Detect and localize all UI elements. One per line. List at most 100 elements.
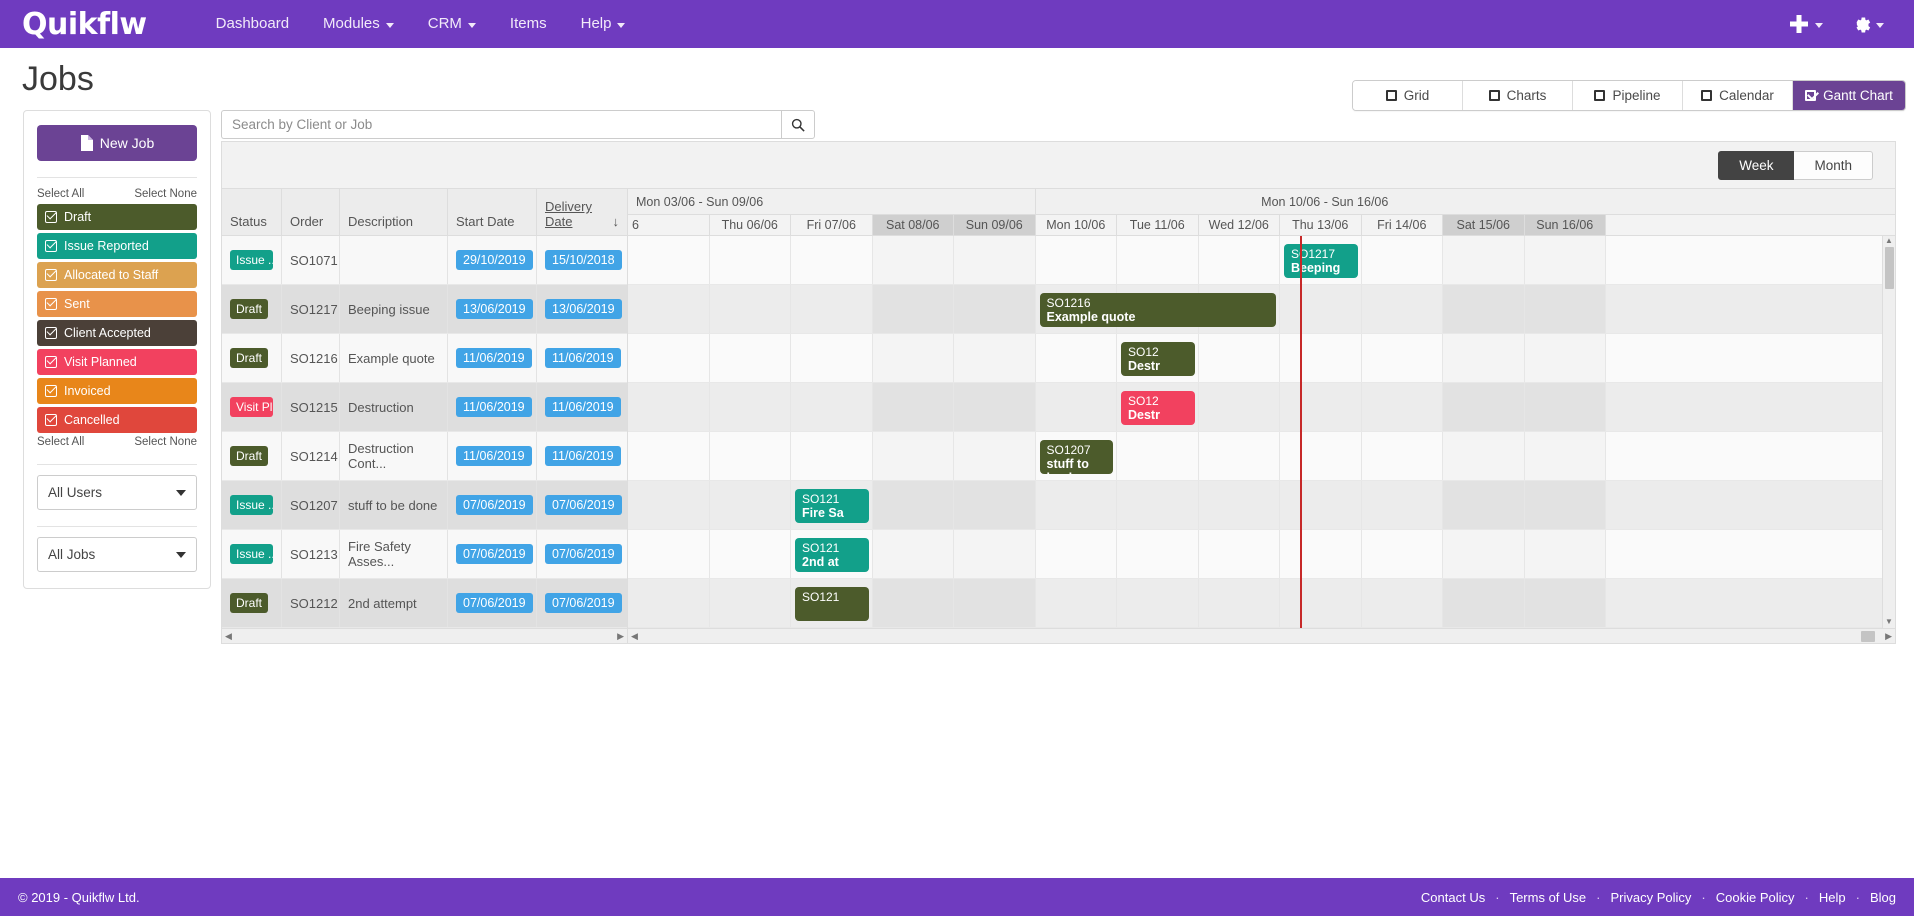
date-badge: 07/06/2019 xyxy=(545,544,622,564)
status-badge: Issue ... xyxy=(230,495,273,515)
chevron-down-icon xyxy=(617,22,626,28)
table-row[interactable]: Visit Pl... SO1215Destruction 11/06/2019 11… xyxy=(222,383,627,432)
scrollbar-thumb[interactable] xyxy=(1861,631,1875,642)
footer-link-privacy-policy[interactable]: Privacy Policy xyxy=(1611,890,1692,905)
status-filter-allocated-to-staff[interactable]: Allocated to Staff xyxy=(37,262,197,288)
footer-link-contact-us[interactable]: Contact Us xyxy=(1421,890,1485,905)
select-none-link-bottom[interactable]: Select None xyxy=(134,436,197,448)
gantt-bar[interactable]: SO121 xyxy=(795,587,869,621)
status-select-row-bottom: Select All Select None xyxy=(37,436,197,448)
footer-link-blog[interactable]: Blog xyxy=(1870,890,1896,905)
status-filter-invoiced[interactable]: Invoiced xyxy=(37,378,197,404)
nav-link-dashboard[interactable]: Dashboard xyxy=(199,0,306,48)
table-row[interactable]: Draft SO1217 Beeping issue 13/06/2019 13/06/… xyxy=(222,285,627,334)
nav-link-crm[interactable]: CRM xyxy=(411,0,493,48)
settings-button[interactable] xyxy=(1849,13,1884,35)
gantt-bar-order: SO121 xyxy=(802,590,840,604)
job-filter-value: All Jobs xyxy=(48,547,96,562)
gantt-bar[interactable]: SO12 Destr xyxy=(1121,391,1195,425)
scale-button-week[interactable]: Week xyxy=(1718,150,1795,180)
timeline-cell xyxy=(1362,481,1443,529)
timeline-cell xyxy=(1117,579,1199,627)
scroll-left-icon[interactable]: ◀ xyxy=(225,631,232,642)
status-filter-cancelled[interactable]: Cancelled xyxy=(37,407,197,433)
timeline-cell xyxy=(791,334,873,382)
gantt-bar[interactable]: SO121 Fire Sa xyxy=(795,489,869,523)
cell-description: Example quote xyxy=(340,334,448,382)
scroll-right-icon[interactable]: ▶ xyxy=(617,631,624,642)
column-header-status[interactable]: Status xyxy=(222,188,282,235)
gantt-bar[interactable]: SO12 Destr xyxy=(1121,342,1195,376)
view-tab-gantt-chart[interactable]: Gantt Chart xyxy=(1793,81,1905,110)
timeline-day-header: 6 Thu 06/06 Fri 07/06 Sat 08/06 Sun 09/06 Mon… xyxy=(628,215,1895,236)
user-filter-select[interactable]: All Users xyxy=(37,475,197,510)
timeline-vscrollbar[interactable]: ▲ ▼ xyxy=(1882,236,1895,628)
table-row[interactable]: Issue ... SO1071 29/10/2019 15/10/2018 xyxy=(222,236,627,285)
view-tab-charts[interactable]: Charts xyxy=(1463,81,1573,110)
gantt-bar[interactable]: SO121 2nd at xyxy=(795,538,869,572)
scroll-up-icon[interactable]: ▲ xyxy=(1883,236,1895,245)
table-row[interactable]: Issue ... SO1207stuff to be done 07/06/201… xyxy=(222,481,627,530)
search-input[interactable] xyxy=(221,110,781,139)
timeline-cell xyxy=(1036,383,1117,431)
timeline-cell xyxy=(954,481,1036,529)
timeline-cell xyxy=(1362,432,1443,480)
nav-link-items[interactable]: Items xyxy=(493,0,564,48)
column-header-description[interactable]: Description xyxy=(340,188,448,235)
table-row[interactable]: Draft SO1214 Destruction Cont... 11/06/2019… xyxy=(222,432,627,481)
checkbox-checked-icon xyxy=(45,269,57,281)
gantt-bar-title: Fire Sa xyxy=(802,506,844,520)
gantt-bar-order: SO12 xyxy=(1128,345,1159,359)
select-all-link-top[interactable]: Select All xyxy=(37,188,84,200)
timeline-cell xyxy=(1524,383,1606,431)
checkbox-icon xyxy=(1385,90,1397,101)
timeline-cell xyxy=(1036,530,1117,578)
timeline-cell xyxy=(710,481,791,529)
select-none-link-top[interactable]: Select None xyxy=(134,188,197,200)
jobs-table-hscrollbar[interactable]: ◀ ▶ xyxy=(222,628,627,643)
timeline-cell xyxy=(791,285,873,333)
view-tab-grid[interactable]: Grid xyxy=(1353,81,1463,110)
gantt-bar[interactable]: SO1216 Example quote xyxy=(1039,293,1276,327)
chevron-down-icon xyxy=(385,22,394,28)
brand-logo[interactable]: Quikflw xyxy=(22,7,147,42)
column-header-delivery-date[interactable]: Delivery Date ↓ xyxy=(537,188,627,235)
gantt-bar[interactable]: SO1217 Beeping xyxy=(1284,244,1358,278)
view-tab-pipeline[interactable]: Pipeline xyxy=(1573,81,1683,110)
cell-order: SO1217 xyxy=(282,285,340,333)
footer-link-cookie-policy[interactable]: Cookie Policy xyxy=(1716,890,1795,905)
status-filter-sent[interactable]: Sent xyxy=(37,291,197,317)
timeline-hscrollbar[interactable]: ◀ ▶ xyxy=(628,628,1895,643)
job-filter-select[interactable]: All Jobs xyxy=(37,537,197,572)
day-header-9: Fri 14/06 xyxy=(1362,215,1443,235)
scroll-down-icon[interactable]: ▼ xyxy=(1883,617,1895,626)
view-tab-label: Charts xyxy=(1506,88,1547,103)
status-filter-draft[interactable]: Draft xyxy=(37,204,197,230)
gantt-bar[interactable]: SO1207stuff to be don xyxy=(1039,440,1113,474)
date-badge: 11/06/2019 xyxy=(456,348,532,368)
footer-link-terms-of-use[interactable]: Terms of Use xyxy=(1510,890,1587,905)
scrollbar-thumb[interactable] xyxy=(1884,247,1894,289)
nav-link-label: CRM xyxy=(427,15,462,32)
select-all-link-bottom[interactable]: Select All xyxy=(37,436,84,448)
view-tab-calendar[interactable]: Calendar xyxy=(1683,81,1793,110)
status-filter-issue-reported[interactable]: Issue Reported xyxy=(37,233,197,259)
timeline-cell xyxy=(710,579,791,627)
scroll-left-icon[interactable]: ◀ xyxy=(631,631,638,642)
status-filter-visit-planned[interactable]: Visit Planned xyxy=(37,349,197,375)
column-header-start-date[interactable]: Start Date xyxy=(448,188,537,235)
table-row[interactable]: Issue ... SO1213Fire Safety Asses... 07/06… xyxy=(222,530,627,579)
table-row[interactable]: Draft SO1212 2nd attempt 07/06/2019 07/06/20… xyxy=(222,579,627,628)
status-filter-client-accepted[interactable]: Client Accepted xyxy=(37,320,197,346)
table-row[interactable]: Draft SO1216 Example quote 11/06/2019 11/06/… xyxy=(222,334,627,383)
new-job-button[interactable]: New Job xyxy=(37,125,197,161)
scroll-right-icon[interactable]: ▶ xyxy=(1885,631,1892,642)
scale-button-month[interactable]: Month xyxy=(1794,150,1873,180)
cell-description xyxy=(340,236,448,284)
search-button[interactable] xyxy=(781,110,815,139)
column-header-order[interactable]: Order xyxy=(282,188,340,235)
footer-link-help[interactable]: Help xyxy=(1819,890,1846,905)
add-new-button[interactable] xyxy=(1788,13,1823,35)
nav-link-help[interactable]: Help xyxy=(564,0,643,48)
nav-link-modules[interactable]: Modules xyxy=(306,0,411,48)
